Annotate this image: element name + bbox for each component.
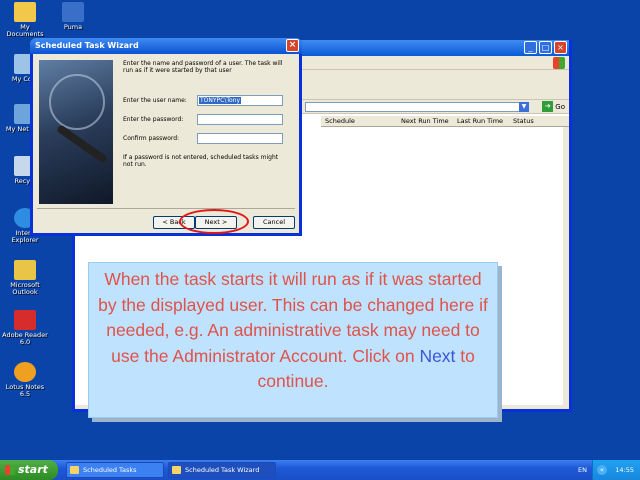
language-indicator[interactable]: EN: [578, 460, 587, 480]
wizard-clock-pen-image: [39, 60, 113, 204]
folder-icon: [14, 2, 36, 22]
wizard-intro-text: Enter the name and password of a user. T…: [123, 60, 283, 74]
windows-logo-icon: [553, 57, 565, 69]
pen-icon: [55, 124, 109, 164]
password-note: If a password is not entered, scheduled …: [123, 154, 279, 168]
lotus-notes-icon: [14, 362, 36, 382]
desktop-icon-lotus-notes[interactable]: Lotus Notes 6.5: [2, 362, 48, 398]
address-input[interactable]: [305, 102, 529, 112]
callout-highlight-next: Next: [419, 345, 456, 366]
password-input[interactable]: [197, 114, 283, 125]
confirm-password-input[interactable]: [197, 133, 283, 144]
tray-clock: 14:55: [615, 466, 634, 474]
clock-icon: [49, 74, 105, 130]
vertical-scrollbar[interactable]: [563, 127, 569, 405]
desktop-icon-puma[interactable]: Puma: [50, 2, 96, 31]
taskbar: start Scheduled Tasks Scheduled Task Wiz…: [0, 460, 640, 480]
column-schedule[interactable]: Schedule: [325, 117, 355, 125]
desktop-icon-outlook[interactable]: Microsoft Outlook: [2, 260, 48, 296]
button-separator: [37, 208, 295, 209]
desktop-icon-my-documents[interactable]: My Documents: [2, 2, 48, 38]
close-button[interactable]: ×: [554, 41, 567, 54]
wizard-close-button[interactable]: ×: [286, 39, 299, 52]
column-headers: Schedule Next Run Time Last Run Time Sta…: [321, 116, 569, 127]
column-last-run-time[interactable]: Last Run Time: [457, 117, 503, 125]
column-status[interactable]: Status: [513, 117, 534, 125]
cancel-button[interactable]: Cancel: [253, 216, 295, 229]
adobe-reader-icon: [14, 310, 36, 330]
start-button[interactable]: start: [0, 460, 58, 480]
outlook-icon: [14, 260, 36, 280]
system-tray: « 14:55: [592, 460, 640, 480]
user-name-label: Enter the user name:: [123, 97, 187, 104]
puma-icon: [62, 2, 84, 22]
confirm-password-label: Confirm password:: [123, 135, 180, 142]
wizard-title-bar: Scheduled Task Wizard ×: [30, 38, 302, 54]
go-button[interactable]: ➔ Go: [542, 101, 565, 112]
scheduled-task-wizard-dialog: Scheduled Task Wizard × Enter the name a…: [30, 38, 302, 236]
desktop: My Documents Puma My Com My Net Plac Rec…: [0, 0, 640, 460]
folder-icon: [70, 466, 79, 474]
user-name-input[interactable]: TONYPC\Tony: [197, 95, 283, 106]
folder-icon: [172, 466, 181, 474]
tutorial-callout: When the task starts it will run as if i…: [88, 262, 498, 418]
minimize-button[interactable]: _: [524, 41, 537, 54]
taskbar-item-scheduled-tasks[interactable]: Scheduled Tasks: [66, 462, 164, 478]
wizard-title: Scheduled Task Wizard: [35, 41, 139, 50]
taskbar-item-scheduled-task-wizard[interactable]: Scheduled Task Wizard: [168, 462, 276, 478]
password-label: Enter the password:: [123, 116, 184, 123]
go-arrow-icon: ➔: [542, 101, 554, 112]
column-next-run-time[interactable]: Next Run Time: [401, 117, 449, 125]
next-button-highlight-ring: [179, 209, 249, 234]
maximize-button[interactable]: □: [539, 41, 552, 54]
address-dropdown-icon[interactable]: ▼: [519, 102, 529, 112]
tray-expand-icon[interactable]: «: [597, 465, 607, 475]
desktop-icon-adobe-reader[interactable]: Adobe Reader 6.0: [2, 310, 48, 346]
user-name-value: TONYPC\Tony: [199, 97, 242, 104]
windows-flag-icon: [5, 465, 15, 475]
